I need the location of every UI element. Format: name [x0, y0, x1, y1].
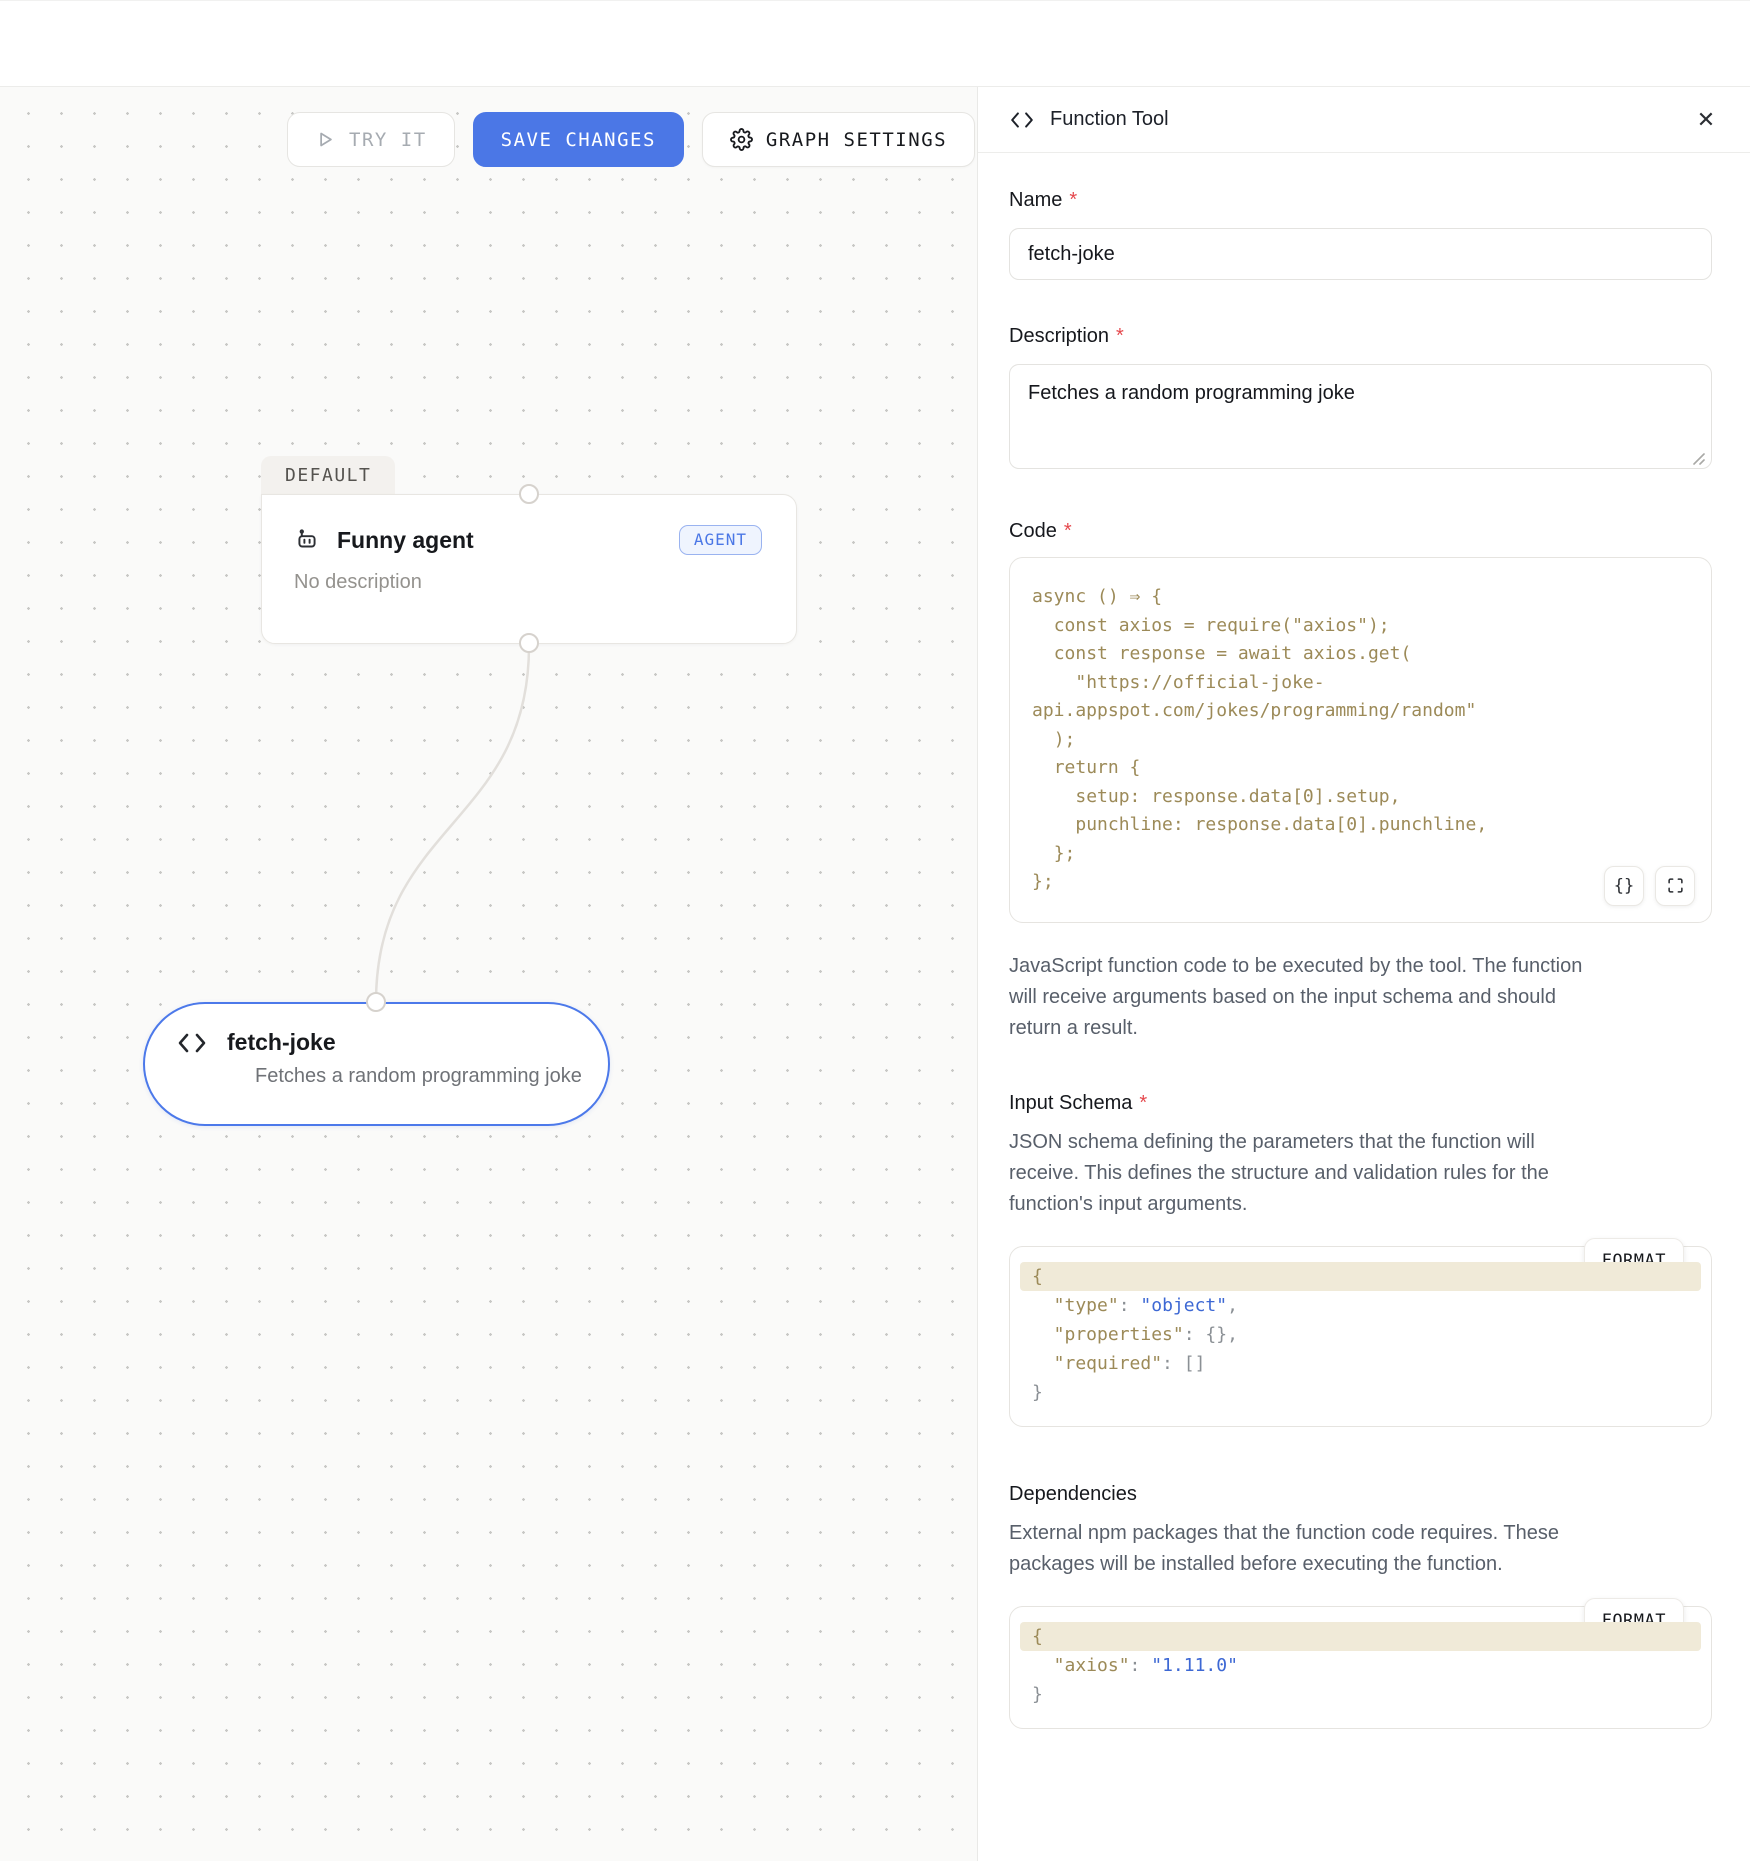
agent-node-funny-agent[interactable]: Funny agent AGENT No description [261, 494, 797, 644]
code-brackets-icon [177, 1032, 207, 1054]
agent-node-description: No description [294, 571, 762, 594]
canvas-toolbar: TRY IT SAVE CHANGES GRAPH SETTINGS [287, 112, 975, 167]
tool-node-top-handle[interactable] [366, 992, 386, 1012]
graph-settings-label: GRAPH SETTINGS [766, 129, 947, 151]
panel-title: Function Tool [1050, 108, 1169, 131]
try-it-label: TRY IT [349, 129, 427, 151]
agent-node-top-handle[interactable] [519, 484, 539, 504]
dependencies-editor[interactable]: FORMAT { "axios": "1.11.0" } [1009, 1606, 1712, 1729]
code-editor-actions: {} [1604, 866, 1695, 906]
maximize-icon [1667, 877, 1684, 894]
name-label: Name* [1009, 189, 1712, 212]
code-editor[interactable]: async () ⇒ { const axios = require("axio… [1009, 557, 1712, 923]
input-schema-help-text: JSON schema defining the parameters that… [1009, 1127, 1712, 1220]
description-label: Description* [1009, 325, 1712, 348]
agent-node-title: Funny agent [337, 527, 474, 554]
required-asterisk: * [1069, 189, 1077, 211]
tool-node-description: Fetches a random programming joke [255, 1065, 578, 1088]
code-content[interactable]: async () ⇒ { const axios = require("axio… [1032, 583, 1689, 897]
function-tool-panel: Function Tool ✕ Name* Description* Fetch… [977, 87, 1750, 1861]
agent-node-bottom-handle[interactable] [519, 633, 539, 653]
graph-canvas[interactable]: TRY IT SAVE CHANGES GRAPH SETTINGS DEFAU… [0, 87, 977, 1861]
input-schema-label: Input Schema* [1009, 1092, 1712, 1115]
json-line: { [1010, 1262, 1711, 1291]
name-input[interactable] [1009, 228, 1712, 280]
agent-node-header: Funny agent AGENT [294, 525, 762, 555]
edge-agent-to-tool[interactable] [376, 646, 529, 1002]
input-schema-editor[interactable]: FORMAT { "type": "object", "properties":… [1009, 1246, 1712, 1427]
description-field-wrap: Fetches a random programming joke [1009, 364, 1712, 474]
dependencies-help-text: External npm packages that the function … [1009, 1518, 1712, 1580]
tool-node-fetch-joke[interactable]: fetch-joke Fetches a random programming … [143, 1002, 610, 1126]
app-main: TRY IT SAVE CHANGES GRAPH SETTINGS DEFAU… [0, 87, 1750, 1861]
save-changes-button[interactable]: SAVE CHANGES [473, 112, 684, 167]
required-asterisk: * [1116, 325, 1124, 347]
edge-layer [0, 87, 977, 1861]
tool-node-header: fetch-joke [177, 1029, 578, 1056]
close-icon: ✕ [1697, 107, 1715, 133]
active-line-highlight [1020, 1622, 1701, 1651]
save-changes-label: SAVE CHANGES [501, 129, 656, 151]
json-line: "type": "object", [1010, 1291, 1711, 1320]
code-label: Code* [1009, 520, 1712, 543]
tool-node-title: fetch-joke [227, 1029, 336, 1056]
group-tab-default[interactable]: DEFAULT [261, 456, 395, 494]
agent-type-badge: AGENT [679, 525, 762, 555]
dependencies-label: Dependencies [1009, 1483, 1712, 1506]
group-tab-label: DEFAULT [285, 465, 371, 486]
format-braces-button[interactable]: {} [1604, 866, 1644, 906]
json-line: } [1010, 1378, 1711, 1407]
play-icon [315, 129, 336, 150]
description-textarea[interactable]: Fetches a random programming joke [1009, 364, 1712, 469]
code-brackets-icon [1009, 111, 1035, 129]
resize-grip-icon[interactable] [1691, 451, 1705, 465]
close-panel-button[interactable]: ✕ [1690, 104, 1722, 136]
json-line: "axios": "1.11.0" [1010, 1651, 1711, 1680]
panel-header: Function Tool ✕ [978, 87, 1750, 153]
code-help-text: JavaScript function code to be executed … [1009, 951, 1712, 1044]
json-line: "properties": {}, [1010, 1320, 1711, 1349]
gear-icon [730, 128, 753, 151]
active-line-highlight [1020, 1262, 1701, 1291]
graph-settings-button[interactable]: GRAPH SETTINGS [702, 112, 975, 167]
json-line: "required": [] [1010, 1349, 1711, 1378]
expand-fullscreen-button[interactable] [1655, 866, 1695, 906]
required-asterisk: * [1064, 520, 1072, 542]
window-top-bar [0, 0, 1750, 87]
panel-body: Name* Description* Fetches a random prog… [978, 153, 1750, 1769]
braces-icon: {} [1614, 876, 1634, 896]
try-it-button[interactable]: TRY IT [287, 112, 455, 167]
json-line: } [1010, 1680, 1711, 1709]
robot-icon [294, 527, 320, 553]
json-line: { [1010, 1622, 1711, 1651]
required-asterisk: * [1139, 1092, 1147, 1114]
